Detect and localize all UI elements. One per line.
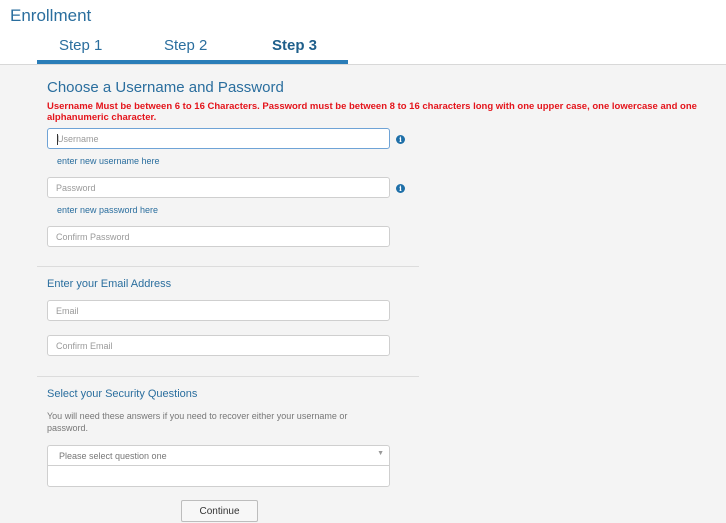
password-hint: enter new password here [57, 205, 159, 215]
confirm-password-field[interactable] [47, 226, 390, 247]
enrollment-form: Choose a Username and Password Username … [0, 65, 726, 523]
tab-step-2[interactable]: Step 2 [164, 37, 207, 54]
answer-one-input[interactable] [48, 466, 393, 488]
security-description: You will need these answers if you need … [47, 411, 348, 433]
page-title: Enrollment [10, 6, 92, 25]
tab-step-3[interactable]: Step 3 [272, 37, 317, 54]
question-one-select[interactable]: Please select question one ▼ [48, 446, 389, 466]
confirm-email-field[interactable] [47, 335, 390, 356]
username-hint: enter new username here [57, 156, 160, 166]
confirm-password-input[interactable] [48, 227, 389, 247]
question-one-selected: Please select question one [59, 451, 167, 461]
username-field[interactable] [47, 128, 390, 149]
section-divider [37, 376, 419, 377]
credentials-warning: Username Must be between 6 to 16 Charact… [47, 101, 697, 123]
confirm-email-input[interactable] [48, 336, 389, 356]
username-input[interactable] [48, 129, 389, 149]
chevron-down-icon: ▼ [377, 450, 384, 457]
email-section-title: Enter your Email Address [47, 278, 172, 290]
email-input[interactable] [48, 301, 389, 321]
step-tabs: Step 1 Step 2 Step 3 [37, 34, 348, 64]
info-icon[interactable]: i [396, 135, 405, 144]
answer-one-field[interactable] [48, 466, 393, 488]
text-caret [57, 134, 58, 145]
section-divider [37, 266, 419, 267]
continue-button[interactable]: Continue [181, 500, 258, 522]
password-field[interactable] [47, 177, 390, 198]
tab-step-1[interactable]: Step 1 [59, 37, 102, 54]
password-input[interactable] [48, 178, 389, 198]
email-field[interactable] [47, 300, 390, 321]
credentials-section-title: Choose a Username and Password [47, 79, 284, 96]
info-icon[interactable]: i [396, 184, 405, 193]
security-section-title: Select your Security Questions [47, 388, 198, 400]
